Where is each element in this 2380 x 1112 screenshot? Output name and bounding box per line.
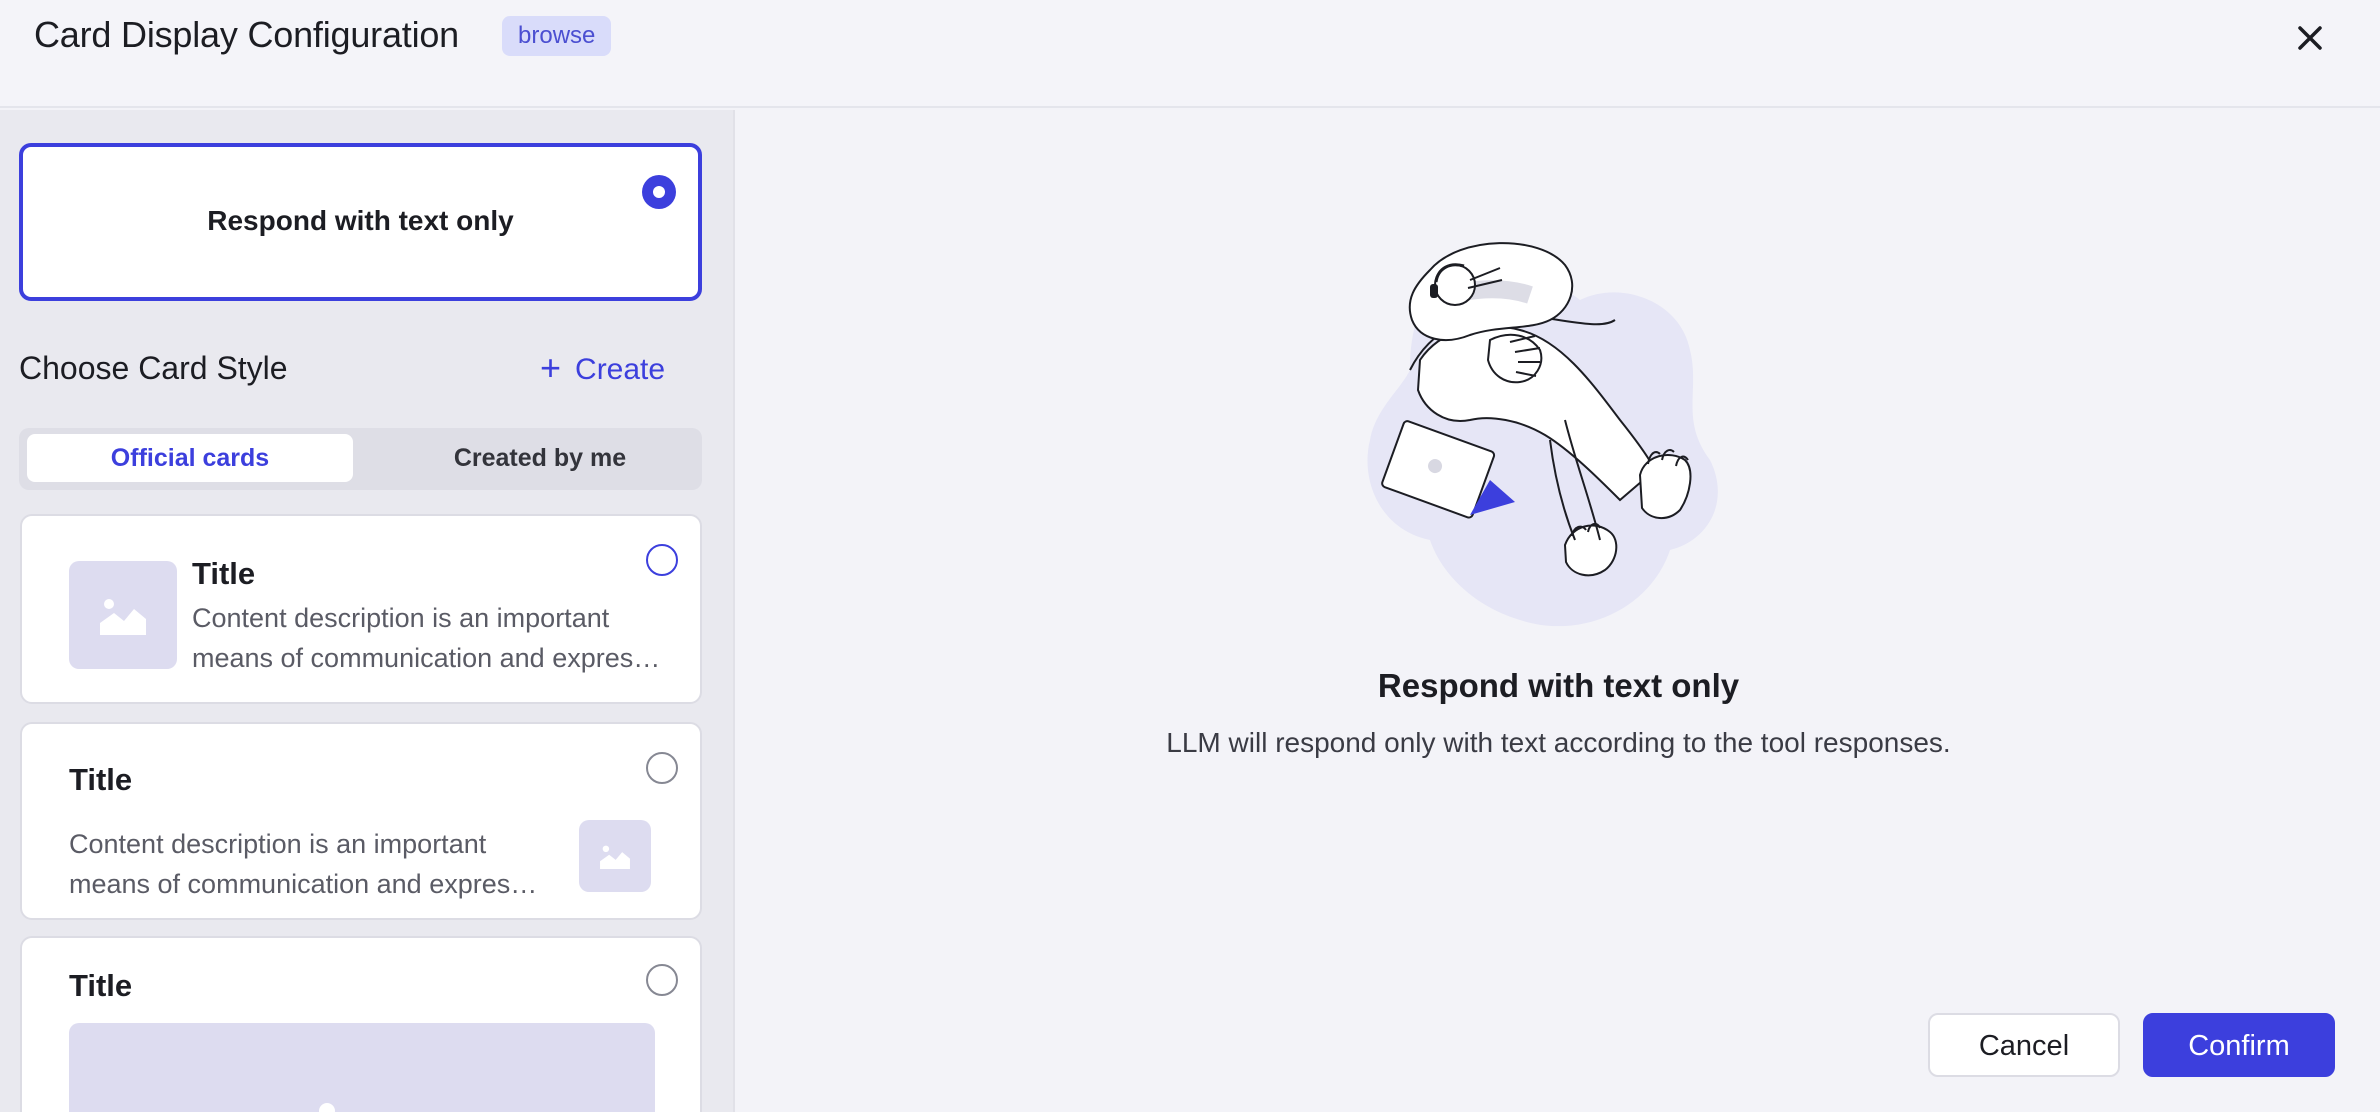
preview-title: Respond with text only [1377, 667, 1740, 704]
image-icon [319, 1103, 335, 1112]
dialog-header: Card Display Configuration browse [0, 0, 2380, 108]
card-thumbnail [69, 561, 177, 669]
close-icon [2298, 26, 2322, 50]
tab-official-cards[interactable]: Official cards [27, 434, 353, 482]
create-label: Create [575, 353, 666, 386]
card-style-sidebar: Respond with text only Choose Card Style… [0, 110, 735, 1112]
card-description-line: Content description is an important [192, 603, 610, 633]
card-banner-image [69, 1023, 655, 1112]
image-icon [100, 599, 146, 635]
preview-panel: Respond with text only LLM will respond … [737, 110, 2380, 1112]
cancel-button[interactable]: Cancel [1928, 1013, 2120, 1077]
card-style-option[interactable]: Title Content description is an importan… [20, 514, 702, 704]
card-radio[interactable] [646, 544, 678, 576]
card-title: Title [192, 556, 256, 591]
relaxing-person-illustration [1367, 242, 1718, 627]
text-only-label: Respond with text only [207, 205, 514, 236]
card-style-option[interactable]: Title Content description is an importan… [20, 722, 702, 920]
mode-badge: browse [502, 16, 612, 56]
create-button[interactable]: + Create [540, 350, 665, 390]
text-only-option[interactable]: Respond with text only [19, 143, 702, 301]
confirm-button[interactable]: Confirm [2143, 1013, 2335, 1077]
tab-created-by-me[interactable]: Created by me [377, 434, 703, 482]
card-description-line: means of communication and express... [192, 643, 662, 673]
card-radio[interactable] [646, 964, 678, 996]
section-title: Choose Card Style [19, 350, 288, 386]
card-description-line: means of communication and expressi... [69, 869, 544, 899]
card-source-tabs: Official cards Created by me [19, 428, 702, 490]
preview-description: LLM will respond only with text accordin… [1166, 727, 1951, 758]
text-only-radio[interactable] [642, 175, 676, 209]
card-style-option[interactable]: Title [20, 936, 702, 1112]
card-title: Title [69, 968, 133, 1003]
plus-icon: + [540, 347, 562, 388]
card-title: Title [69, 762, 133, 797]
card-thumbnail [579, 820, 651, 892]
close-button[interactable] [2290, 18, 2330, 58]
image-icon [600, 845, 630, 869]
card-description-line: Content description is an important [69, 829, 487, 859]
dialog-title: Card Display Configuration [34, 14, 460, 55]
card-radio[interactable] [646, 752, 678, 784]
